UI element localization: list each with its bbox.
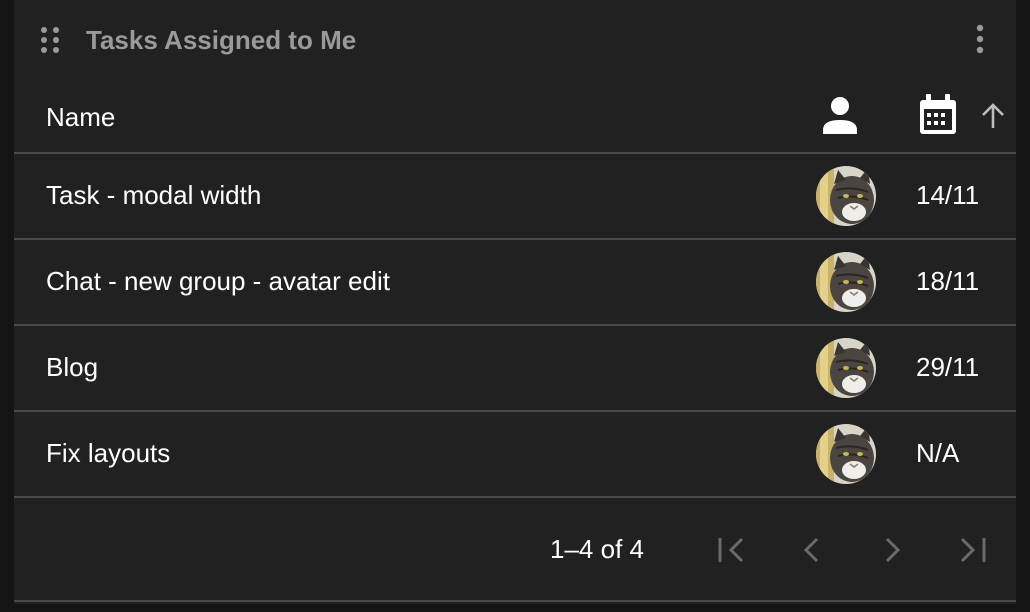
table-row[interactable]: Blog 29/11 [14, 326, 1016, 412]
task-due-date: 14/11 [916, 180, 980, 210]
calendar-icon [920, 94, 1004, 134]
prev-page-icon[interactable] [792, 530, 832, 570]
column-header-name[interactable]: Name [46, 100, 115, 134]
arrow-up-icon [982, 103, 1004, 128]
divider [14, 600, 1016, 602]
widget-title: Tasks Assigned to Me [86, 25, 357, 55]
widget-header: Tasks Assigned to Me [14, 0, 1016, 80]
more-vert-icon[interactable] [968, 22, 992, 58]
table-row[interactable]: Chat - new group - avatar edit 18/11 [14, 240, 1016, 326]
last-page-icon[interactable] [952, 530, 992, 570]
avatar[interactable] [816, 424, 876, 484]
next-page-icon[interactable] [872, 530, 912, 570]
avatar[interactable] [816, 252, 876, 312]
column-header-due-date[interactable] [916, 92, 1006, 140]
task-due-date: 29/11 [916, 352, 980, 382]
first-page-icon[interactable] [712, 530, 752, 570]
avatar[interactable] [816, 166, 876, 226]
task-due-date: 18/11 [916, 266, 980, 296]
task-name: Fix layouts [46, 438, 171, 468]
drag-handle-icon[interactable] [38, 26, 62, 54]
task-name: Task - modal width [46, 180, 262, 210]
task-name: Chat - new group - avatar edit [46, 266, 390, 296]
task-due-date: N/A [916, 438, 960, 468]
task-name: Blog [46, 352, 99, 382]
table-header-row: Name [14, 80, 1016, 154]
person-icon[interactable] [820, 94, 860, 138]
table-row[interactable]: Task - modal width 14/11 [14, 154, 1016, 240]
pagination: 1–4 of 4 [14, 498, 1016, 602]
tasks-table: Name Task - modal width 14/11 Chat - new… [14, 80, 1016, 498]
tasks-widget: Tasks Assigned to Me Name Task - modal w… [14, 0, 1016, 604]
avatar[interactable] [816, 338, 876, 398]
table-row[interactable]: Fix layouts N/A [14, 412, 1016, 498]
pagination-range: 1–4 of 4 [550, 534, 644, 564]
